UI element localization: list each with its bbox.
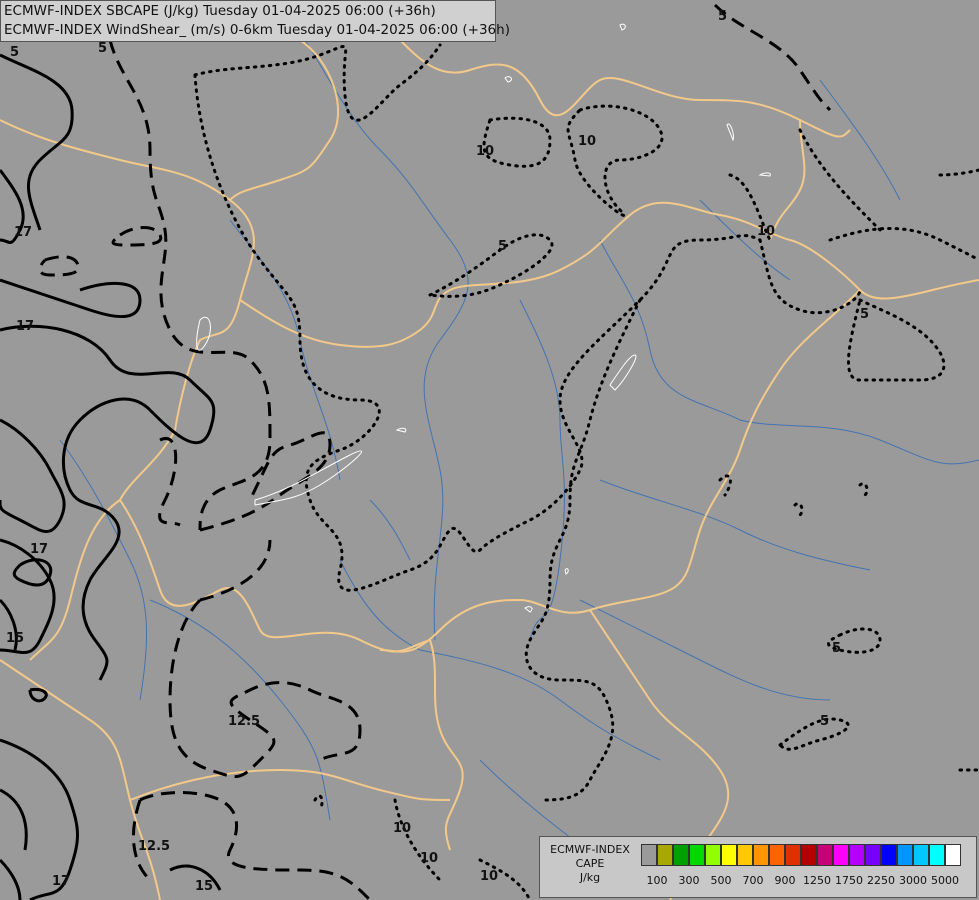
legend-swatch xyxy=(785,844,801,866)
legend-swatch xyxy=(737,844,753,866)
legend-swatch xyxy=(929,844,945,866)
cape-label: 10 xyxy=(476,144,494,159)
legend-swatch xyxy=(689,844,705,866)
cape-label: 5 xyxy=(10,45,19,60)
legend-swatch xyxy=(817,844,833,866)
legend-tick-label: 900 xyxy=(774,874,796,887)
legend-title: ECMWF-INDEX CAPE J/kg xyxy=(540,843,640,885)
shear-label: 17 xyxy=(52,874,70,889)
cape-label: 10 xyxy=(480,869,498,884)
legend-tick-label: 500 xyxy=(710,874,732,887)
map-title: ECMWF-INDEX SBCAPE (J/kg) Tuesday 01-04-… xyxy=(0,0,510,42)
cape-label: 10 xyxy=(578,134,596,149)
legend-swatch xyxy=(705,844,721,866)
weather-map[interactable]: 5 10 10 10 5 5 5 5 10 10 10 5 17 17 17 1… xyxy=(0,0,979,900)
legend-swatch xyxy=(769,844,785,866)
legend-swatch xyxy=(801,844,817,866)
shear-label: 12.5 xyxy=(228,714,260,729)
shear-label: 12.5 xyxy=(138,839,170,854)
title-line-shear: ECMWF-INDEX WindShear_ (m/s) 0-6km Tuesd… xyxy=(4,22,510,38)
legend-title-field: CAPE xyxy=(575,857,605,870)
legend-tick-label: 1750 xyxy=(835,874,863,887)
legend-swatch xyxy=(881,844,897,866)
shear-label: 17 xyxy=(14,225,32,240)
legend-tick-label: 2250 xyxy=(867,874,895,887)
legend-swatch xyxy=(897,844,913,866)
legend-tick-label: 300 xyxy=(678,874,700,887)
legend-tick-label: 5000 xyxy=(931,874,959,887)
legend-tick-label: 100 xyxy=(646,874,668,887)
cape-label: 10 xyxy=(393,821,411,836)
legend-swatch xyxy=(673,844,689,866)
legend-swatch xyxy=(721,844,737,866)
legend-swatch xyxy=(641,844,657,866)
legend-swatch xyxy=(753,844,769,866)
cape-label: 5 xyxy=(860,307,869,322)
legend-swatch xyxy=(833,844,849,866)
title-line-cape: ECMWF-INDEX SBCAPE (J/kg) Tuesday 01-04-… xyxy=(4,3,436,19)
legend-title-source: ECMWF-INDEX xyxy=(550,843,630,856)
shear-label: 17 xyxy=(16,319,34,334)
cape-label: 5 xyxy=(832,641,841,656)
legend-swatch xyxy=(913,844,929,866)
legend-swatch xyxy=(849,844,865,866)
cape-label: 5 xyxy=(820,714,829,729)
shear-label: 5 xyxy=(98,41,107,56)
legend-tick-label: 1250 xyxy=(803,874,831,887)
legend-swatch xyxy=(657,844,673,866)
cape-label: 10 xyxy=(420,851,438,866)
cape-legend: ECMWF-INDEX CAPE J/kg 100 300 500 700 900 125… xyxy=(539,836,977,898)
cape-label: 5 xyxy=(718,9,727,24)
legend-tick-label: 700 xyxy=(742,874,764,887)
shear-label: 15 xyxy=(195,879,213,894)
legend-swatch xyxy=(865,844,881,866)
cape-label: 10 xyxy=(757,224,775,239)
legend-swatch xyxy=(945,844,961,866)
legend-title-unit: J/kg xyxy=(579,871,601,884)
legend-tick-label: 3000 xyxy=(899,874,927,887)
shear-label: 15 xyxy=(6,631,24,646)
cape-label: 5 xyxy=(498,239,507,254)
shear-label: 17 xyxy=(30,542,48,557)
